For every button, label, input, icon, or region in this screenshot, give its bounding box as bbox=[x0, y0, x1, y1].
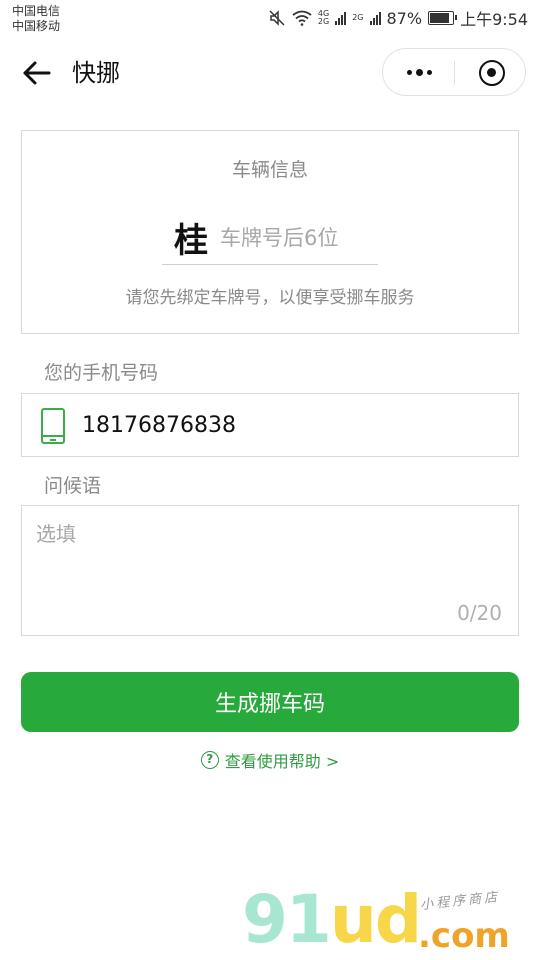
clock: 上午9:54 bbox=[460, 10, 528, 29]
watermark-brand-part-1: 91 bbox=[242, 881, 332, 958]
target-close-icon[interactable] bbox=[479, 60, 505, 86]
vehicle-info-card: 车辆信息 桂 请您先绑定车牌号，以便享受挪车服务 bbox=[21, 130, 519, 334]
battery-fill bbox=[430, 13, 449, 23]
vehicle-bind-hint: 请您先绑定车牌号，以便享受挪车服务 bbox=[125, 288, 415, 308]
plate-number-input[interactable] bbox=[220, 223, 370, 253]
signal-1-icon bbox=[335, 11, 347, 25]
greeting-field: 0/20 bbox=[21, 505, 519, 636]
watermark-tagline: 小程序商店 bbox=[419, 889, 501, 914]
carrier-info: 中国电信 中国移动 bbox=[12, 4, 60, 34]
plate-province-selector[interactable]: 桂 bbox=[174, 213, 208, 262]
mute-icon bbox=[269, 10, 285, 26]
greeting-char-counter: 0/20 bbox=[457, 601, 502, 625]
phone-input[interactable] bbox=[82, 408, 502, 442]
phone-icon bbox=[41, 408, 65, 444]
vehicle-info-title: 车辆信息 bbox=[231, 159, 308, 181]
status-bar: 中国电信 中国移动 4G 2G 2G 87% 上午9:54 bbox=[0, 0, 540, 38]
battery-icon bbox=[428, 11, 458, 25]
greeting-input[interactable] bbox=[36, 518, 506, 598]
carrier-2: 中国移动 bbox=[12, 19, 61, 33]
back-arrow-icon[interactable] bbox=[20, 56, 54, 90]
capsule-divider bbox=[454, 61, 455, 85]
carrier-1: 中国电信 bbox=[12, 4, 61, 18]
network-type-2: 2G bbox=[317, 17, 330, 26]
plate-number-row: 桂 bbox=[162, 211, 378, 265]
signal-2-icon bbox=[369, 11, 381, 25]
network-badge-2: 2G bbox=[352, 14, 363, 22]
phone-field bbox=[21, 393, 519, 457]
network-badge: 4G 2G bbox=[318, 10, 329, 26]
more-dots-icon[interactable] bbox=[383, 49, 455, 95]
greeting-label: 问候语 bbox=[44, 475, 102, 497]
page-title: 快挪 bbox=[72, 59, 120, 87]
generate-move-car-code-button[interactable]: 生成挪车码 bbox=[21, 672, 519, 732]
watermark-logo: 91ud 小程序商店 .com bbox=[238, 880, 538, 960]
watermark-brand: 91ud bbox=[242, 880, 422, 960]
network-type-3: 2G bbox=[352, 13, 364, 22]
mini-program-capsule bbox=[382, 48, 526, 96]
wifi-icon bbox=[292, 10, 312, 26]
watermark-brand-part-2: ud bbox=[329, 881, 422, 958]
help-link[interactable]: ? 查看使用帮助 > bbox=[0, 748, 540, 772]
nav-bar: 快挪 bbox=[0, 40, 540, 104]
watermark-domain: .com bbox=[418, 916, 510, 956]
battery-percent: 87% bbox=[386, 8, 423, 28]
status-icons: 4G 2G 2G 87% 上午9:54 bbox=[268, 6, 528, 30]
help-link-label: 查看使用帮助 > bbox=[224, 752, 340, 771]
help-circle-icon: ? bbox=[200, 751, 219, 769]
phone-label: 您的手机号码 bbox=[44, 362, 159, 384]
